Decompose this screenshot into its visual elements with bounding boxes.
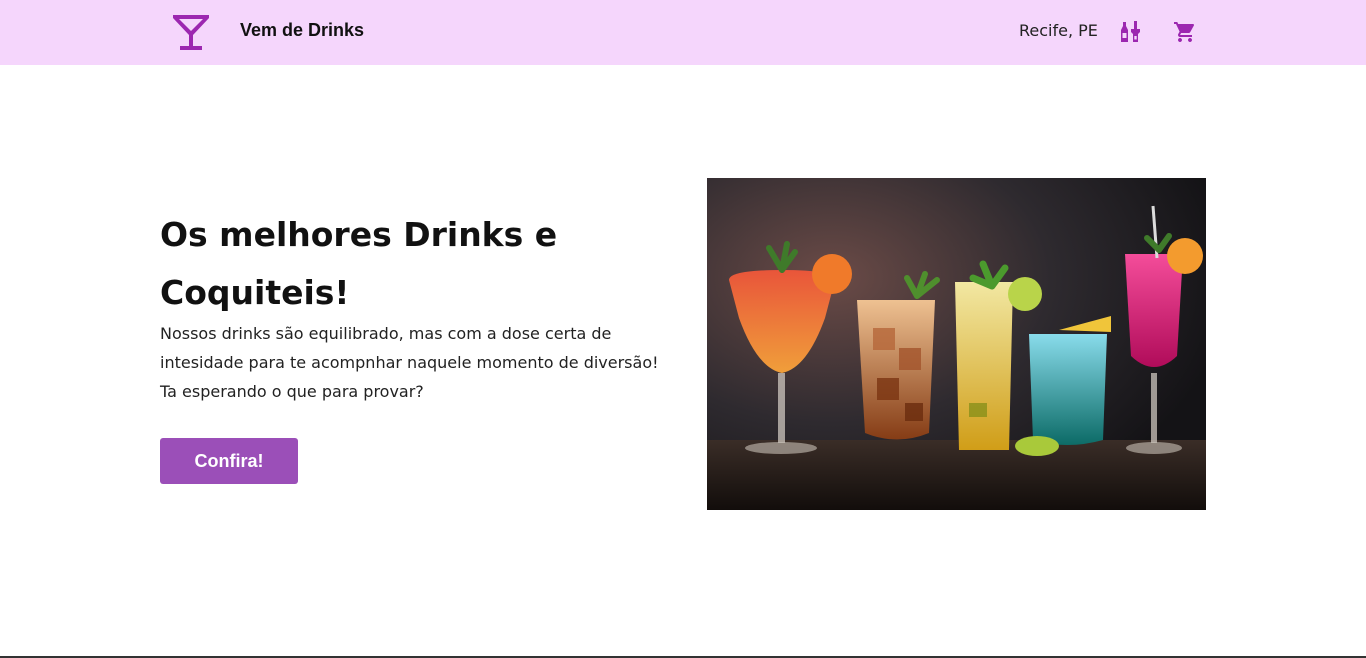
location-label: Recife, PE xyxy=(1019,21,1098,40)
hero-description: Nossos drinks são equilibrado, mas com a… xyxy=(160,324,659,401)
brand-name[interactable]: Vem de Drinks xyxy=(240,20,364,41)
hero-cocktails-image xyxy=(707,178,1206,510)
top-nav: Vem de Drinks Recife, PE xyxy=(0,0,1366,65)
hero-title: Os melhores Drinks e Coquiteis! xyxy=(160,215,558,312)
liquor-bottles-icon[interactable] xyxy=(1118,20,1142,44)
confira-button[interactable]: Confira! xyxy=(160,438,298,484)
shopping-cart-icon[interactable] xyxy=(1173,20,1197,44)
cocktail-glass-icon[interactable] xyxy=(171,13,211,51)
